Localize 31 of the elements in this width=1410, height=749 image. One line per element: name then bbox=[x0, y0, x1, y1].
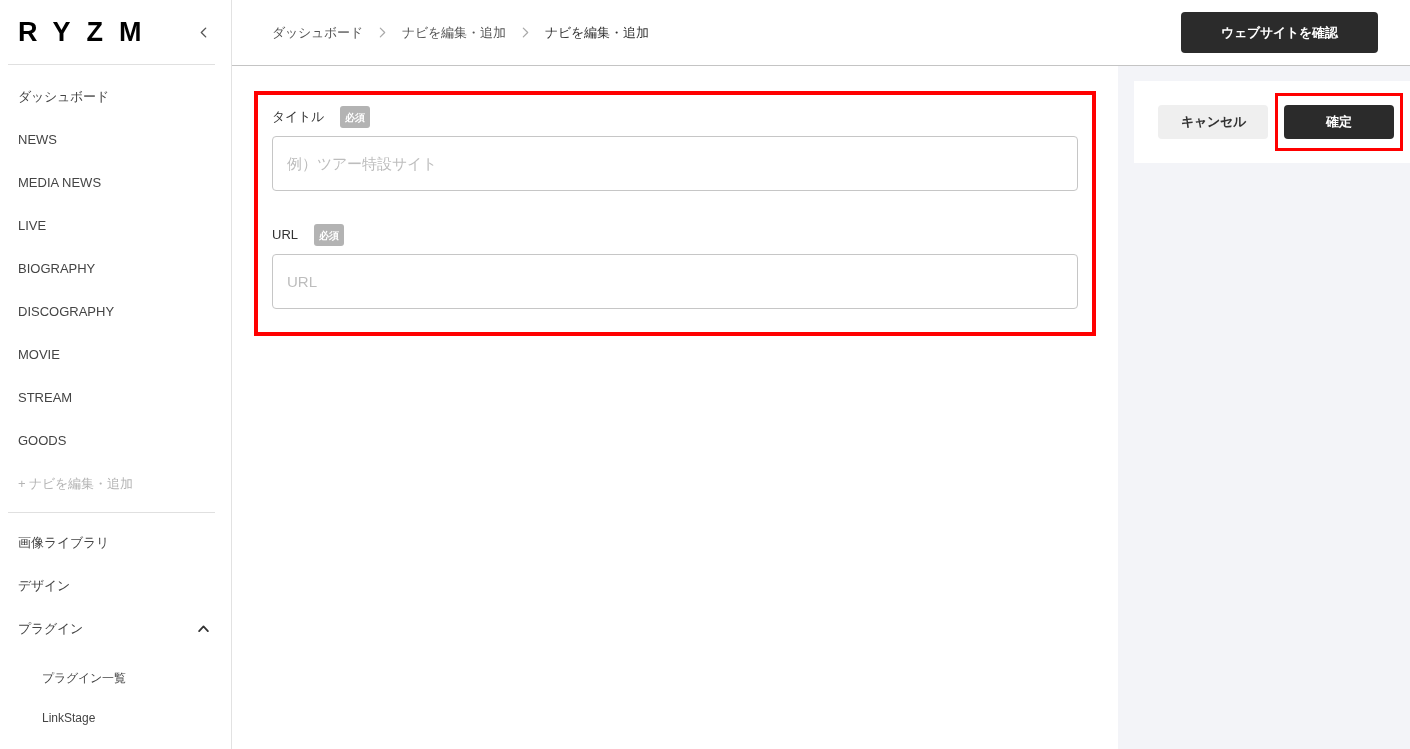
nav-item[interactable]: LIVE bbox=[0, 204, 231, 247]
nav-item[interactable]: DISCOGRAPHY bbox=[0, 290, 231, 333]
input-field[interactable]: URL bbox=[272, 254, 1078, 309]
sub-nav-item[interactable]: プラグイン一覧 bbox=[0, 658, 231, 698]
required-badge: 必須 bbox=[340, 106, 370, 128]
nav-item[interactable]: ダッシュボード bbox=[0, 75, 231, 118]
required-badge: 必須 bbox=[314, 224, 344, 246]
nav-item[interactable]: NEWS bbox=[0, 118, 231, 161]
chevron-right-icon bbox=[522, 27, 529, 38]
chevron-up-icon[interactable] bbox=[198, 625, 209, 632]
field-label: タイトル bbox=[272, 108, 324, 127]
nav-item[interactable]: MEDIA NEWS bbox=[0, 161, 231, 204]
nav-item[interactable]: 画像ライブラリ bbox=[0, 532, 109, 553]
breadcrumb-link[interactable]: ナビを編集・追加 bbox=[402, 22, 506, 43]
field-label: URL bbox=[272, 226, 298, 245]
nav-item[interactable]: STREAM bbox=[0, 376, 231, 419]
chevron-right-icon bbox=[379, 27, 386, 38]
chevron-left-icon[interactable] bbox=[200, 26, 207, 38]
view-site-button[interactable]: ウェブサイトを確認 bbox=[1181, 12, 1378, 53]
logo: RYZM bbox=[18, 18, 158, 46]
sub-nav-item[interactable]: LinkStage bbox=[0, 698, 231, 738]
input-field[interactable]: 例）ツアー特設サイト bbox=[272, 136, 1078, 191]
cancel-button[interactable]: キャンセル bbox=[1158, 105, 1268, 139]
confirm-button[interactable]: 確定 bbox=[1284, 105, 1394, 139]
nav-item[interactable]: プラグイン bbox=[0, 618, 83, 639]
nav-item[interactable]: BIOGRAPHY bbox=[0, 247, 231, 290]
breadcrumb-link[interactable]: ダッシュボード bbox=[272, 22, 363, 43]
breadcrumb-link[interactable]: ナビを編集・追加 bbox=[545, 22, 649, 43]
nav-item[interactable]: GOODS bbox=[0, 419, 231, 462]
nav-item[interactable]: MOVIE bbox=[0, 333, 231, 376]
nav-item[interactable]: デザイン bbox=[0, 575, 70, 596]
